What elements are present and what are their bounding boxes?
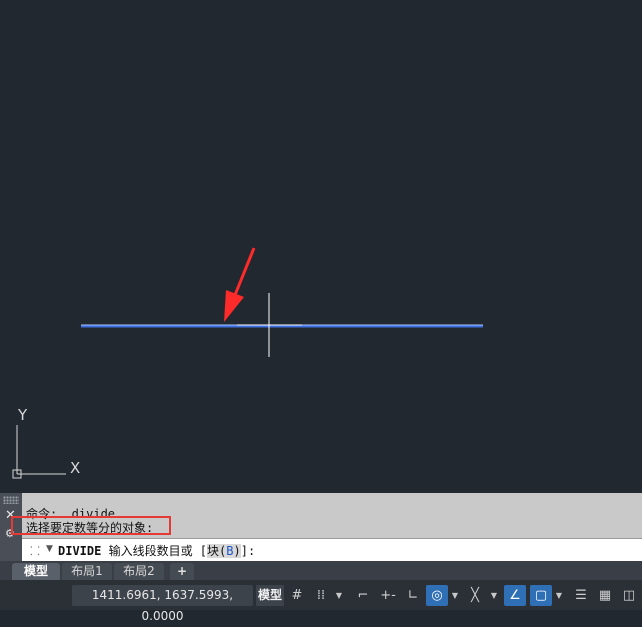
- ucs-y-label: Y: [17, 406, 28, 424]
- layout-tabs: 模型 布局1 布局2 +: [0, 561, 642, 580]
- infer-constraints-icon[interactable]: ⌐: [352, 585, 374, 606]
- object-snap-icon[interactable]: ▢: [530, 585, 552, 606]
- tab-layout1[interactable]: 布局1: [62, 563, 112, 580]
- prompt-end: ]:: [240, 544, 256, 558]
- tab-model[interactable]: 模型: [12, 563, 60, 580]
- selection-cycling-icon[interactable]: ◫: [618, 585, 640, 606]
- chevron-down-icon[interactable]: ▼: [554, 585, 564, 606]
- ucs-icon: [12, 425, 66, 479]
- transparency-icon[interactable]: ▦: [594, 585, 616, 606]
- object-snap-tracking-icon[interactable]: ∠: [504, 585, 526, 606]
- add-layout-button[interactable]: +: [170, 563, 194, 580]
- ucs-x-label: X: [70, 459, 80, 477]
- command-input[interactable]: ⸬ ▼ DIVIDE 输入线段数目或 [块(B)]:: [22, 538, 642, 561]
- prompt-command-name: DIVIDE: [58, 544, 102, 558]
- lineweight-icon[interactable]: ☰: [570, 585, 592, 606]
- command-prompt: DIVIDE 输入线段数目或 [块(B)]:: [58, 542, 255, 559]
- tab-layout2[interactable]: 布局2: [114, 563, 164, 580]
- isometric-icon[interactable]: ╳: [464, 585, 486, 606]
- snap-icon[interactable]: ⁞⁞: [310, 585, 332, 606]
- status-bar: 1411.6961, 1637.5993, 0.0000 模型 # ⁞⁞ ▼ ⌐…: [0, 580, 642, 623]
- polar-tracking-icon[interactable]: ◎: [426, 585, 448, 606]
- grid-icon[interactable]: #: [286, 585, 308, 606]
- command-icon[interactable]: ⸬: [30, 542, 40, 559]
- ortho-icon[interactable]: ∟: [402, 585, 424, 606]
- chevron-down-icon[interactable]: ▼: [46, 544, 53, 554]
- drawing-canvas[interactable]: Y X: [0, 0, 642, 493]
- annotation-arrow: [224, 247, 256, 322]
- coordinate-readout[interactable]: 1411.6961, 1637.5993, 0.0000: [72, 585, 253, 623]
- prompt-option-block[interactable]: 块(B): [207, 544, 241, 558]
- grip-dots-icon: [3, 496, 19, 504]
- annotation-highlight-box: [11, 516, 171, 535]
- crosshair-cursor: [237, 293, 302, 357]
- chevron-down-icon[interactable]: ▼: [489, 585, 499, 606]
- command-line-panel: ✕ ⚙ 命令: divide 选择要定数等分的对象: ⸬ ▼ DIVIDE 输入…: [0, 493, 642, 561]
- chevron-down-icon[interactable]: ▼: [450, 585, 460, 606]
- prompt-text: 输入线段数目或 [: [101, 544, 208, 558]
- model-space-button[interactable]: 模型: [256, 585, 284, 606]
- chevron-down-icon[interactable]: ▼: [334, 585, 344, 606]
- dynamic-input-icon[interactable]: +-: [377, 585, 399, 606]
